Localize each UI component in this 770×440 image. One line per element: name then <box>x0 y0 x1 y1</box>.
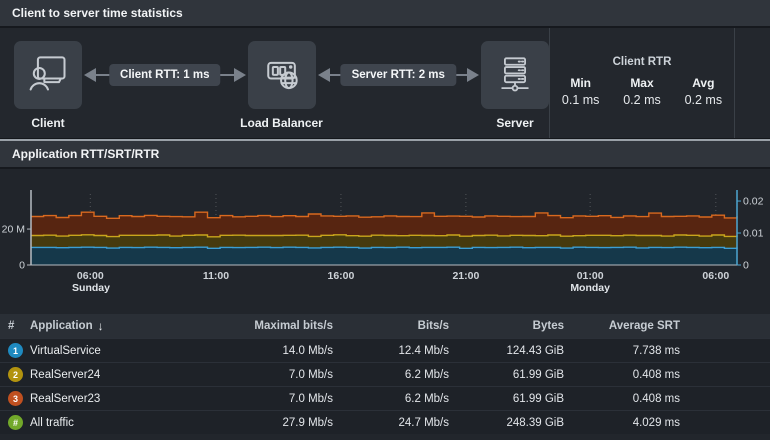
arrow-left-icon <box>84 68 96 82</box>
topology-right-spacer <box>735 28 770 138</box>
average-srt-value: 4.029 ms <box>632 416 680 429</box>
chart-panel-title: Application RTT/SRT/RTR <box>12 147 160 161</box>
rtr-max-label: Max <box>630 76 654 90</box>
bytes-value: 124.43 GiB <box>506 344 564 357</box>
svg-text:0.01: 0.01 <box>743 228 764 240</box>
chart-panel-header: Application RTT/SRT/RTR <box>0 141 770 169</box>
svg-text:0.02: 0.02 <box>743 196 764 208</box>
bits-value: 6.2 Mb/s <box>404 392 449 405</box>
sort-descending-icon[interactable]: ↓ <box>98 319 104 333</box>
load-balancer-icon <box>260 51 304 100</box>
table-row-all-traffic[interactable]: # All traffic 27.9 Mb/s 24.7 Mb/s 248.39… <box>0 410 770 434</box>
server-node: Server <box>481 41 549 130</box>
server-rtt-link: Server RTT: 2 ms <box>316 41 482 109</box>
column-header-bytes[interactable]: Bytes <box>449 320 564 332</box>
client-rtt-label: Client RTT: 1 ms <box>109 64 221 86</box>
rtr-max-stat: Max 0.2 ms <box>611 76 672 107</box>
svg-text:Sunday: Sunday <box>72 282 110 294</box>
table-header-row: # Application ↓ Maximal bits/s Bits/s By… <box>0 314 770 338</box>
client-node: Client <box>14 41 82 130</box>
arrow-right-icon <box>467 68 479 82</box>
rank-badge: 1 <box>8 343 23 358</box>
svg-text:16:00: 16:00 <box>328 270 355 282</box>
arrow-left-icon <box>317 68 330 82</box>
bytes-value: 248.39 GiB <box>506 416 564 429</box>
rank-badge: 3 <box>8 391 23 406</box>
client-node-label: Client <box>31 116 65 130</box>
svg-text:0: 0 <box>19 260 25 272</box>
svg-text:06:00: 06:00 <box>77 270 104 282</box>
column-header-application[interactable]: Application ↓ <box>30 319 205 333</box>
load-balancer-node-label: Load Balancer <box>240 116 323 130</box>
rtr-min-label: Min <box>570 76 591 90</box>
topology-panel-header: Client to server time statistics <box>0 0 770 28</box>
bytes-value: 61.99 GiB <box>512 392 564 405</box>
server-node-label: Server <box>496 116 534 130</box>
table-row-realserver23[interactable]: 3 RealServer23 7.0 Mb/s 6.2 Mb/s 61.99 G… <box>0 386 770 410</box>
svg-text:06:00: 06:00 <box>702 270 729 282</box>
table-row-realserver24[interactable]: 2 RealServer24 7.0 Mb/s 6.2 Mb/s 61.99 G… <box>0 362 770 386</box>
client-rtr-panel: Client RTR Min 0.1 ms Max 0.2 ms Avg 0.2… <box>549 28 735 138</box>
rtr-avg-stat: Avg 0.2 ms <box>673 76 734 107</box>
client-rtr-stats: Min 0.1 ms Max 0.2 ms Avg 0.2 ms <box>550 76 734 107</box>
client-rtr-title: Client RTR <box>612 56 672 68</box>
topology-diagram-section: Client Client RTT: 1 ms Load Balancer Se… <box>0 28 770 138</box>
client-workstation-icon <box>26 51 70 100</box>
topology-panel-title: Client to server time statistics <box>12 6 183 20</box>
svg-text:Monday: Monday <box>570 282 610 294</box>
maximal-bits-value: 7.0 Mb/s <box>288 392 333 405</box>
rank-badge: 2 <box>8 367 23 382</box>
server-icon <box>493 51 537 100</box>
application-name[interactable]: RealServer24 <box>30 369 205 381</box>
rtr-avg-label: Avg <box>692 76 715 90</box>
column-header-average-srt[interactable]: Average SRT <box>564 320 680 332</box>
client-rtt-link: Client RTT: 1 ms <box>82 41 248 109</box>
topology-diagram: Client Client RTT: 1 ms Load Balancer Se… <box>0 28 549 138</box>
maximal-bits-value: 27.9 Mb/s <box>282 416 334 429</box>
rtr-min-value: 0.1 ms <box>561 93 600 107</box>
svg-text:0: 0 <box>743 260 749 272</box>
application-name[interactable]: All traffic <box>30 417 205 429</box>
average-srt-value: 7.738 ms <box>632 344 680 357</box>
column-header-number[interactable]: # <box>0 320 30 332</box>
application-name[interactable]: RealServer23 <box>30 393 205 405</box>
server-rtt-label: Server RTT: 2 ms <box>340 64 456 86</box>
svg-text:01:00: 01:00 <box>577 270 604 282</box>
bits-value: 12.4 Mb/s <box>398 344 450 357</box>
bits-value: 6.2 Mb/s <box>404 368 449 381</box>
rank-badge: # <box>8 415 23 430</box>
column-header-maximal-bits[interactable]: Maximal bits/s <box>205 320 333 332</box>
application-table: # Application ↓ Maximal bits/s Bits/s By… <box>0 314 770 434</box>
application-rtt-srt-rtr-chart[interactable]: 20 M 0 0.02 0.01 0 06:00 11:00 16:00 21:00 01:00 0… <box>0 169 770 314</box>
load-balancer-node-card <box>247 41 316 109</box>
maximal-bits-value: 7.0 Mb/s <box>288 368 333 381</box>
load-balancer-node: Load Balancer <box>240 41 323 130</box>
svg-text:21:00: 21:00 <box>452 270 479 282</box>
arrow-right-icon <box>233 68 246 82</box>
column-header-bits[interactable]: Bits/s <box>333 320 449 332</box>
average-srt-value: 0.408 ms <box>632 368 680 381</box>
client-node-card <box>14 41 82 109</box>
maximal-bits-value: 14.0 Mb/s <box>282 344 334 357</box>
rtr-min-stat: Min 0.1 ms <box>550 76 611 107</box>
server-node-card <box>481 41 549 109</box>
dashboard: Client to server time statistics Client <box>0 0 770 440</box>
bytes-value: 61.99 GiB <box>512 368 564 381</box>
svg-text:11:00: 11:00 <box>203 270 229 282</box>
bits-value: 24.7 Mb/s <box>398 416 450 429</box>
rtr-max-value: 0.2 ms <box>623 93 661 107</box>
table-row-virtualservice[interactable]: 1 VirtualService 14.0 Mb/s 12.4 Mb/s 124… <box>0 338 770 362</box>
chart-body: 20 M 0 0.02 0.01 0 06:00 11:00 16:00 21:00 01:00 0… <box>0 169 770 314</box>
svg-text:20 M: 20 M <box>2 224 25 236</box>
rtr-avg-value: 0.2 ms <box>684 93 723 107</box>
application-name[interactable]: VirtualService <box>30 345 205 357</box>
average-srt-value: 0.408 ms <box>632 392 680 405</box>
